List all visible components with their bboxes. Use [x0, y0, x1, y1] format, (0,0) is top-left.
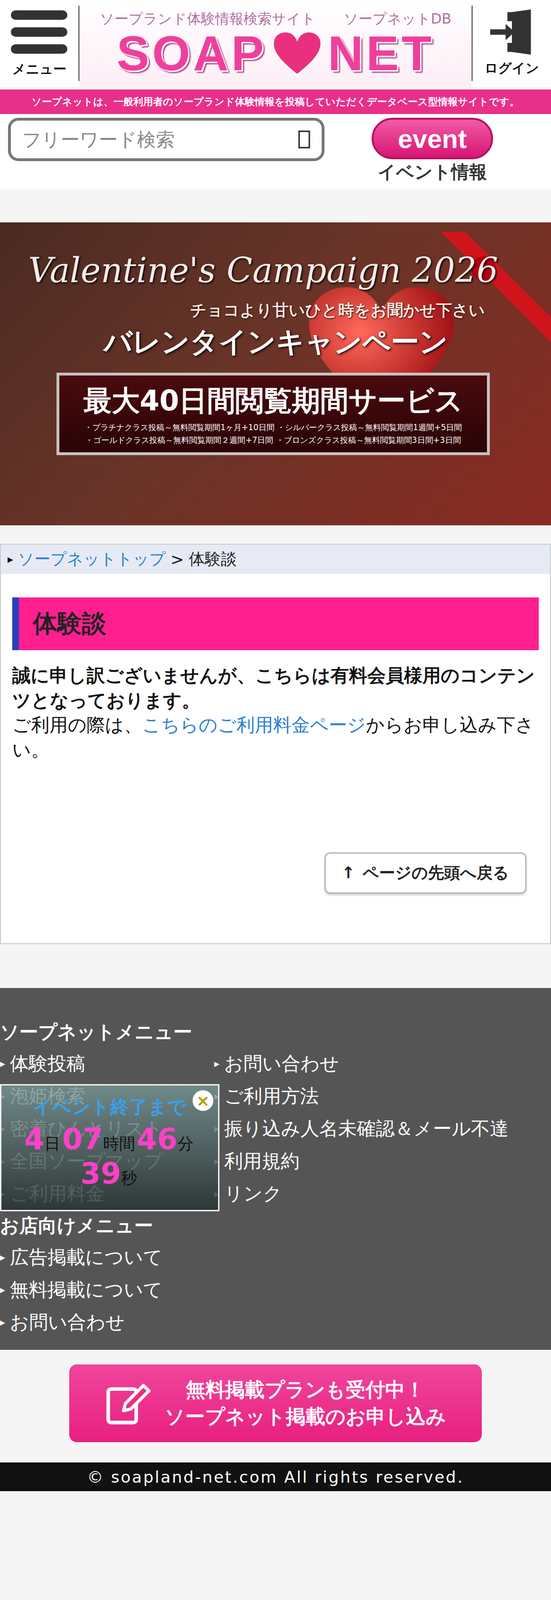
footer-menu: ソープネットメニュー ▸体験投稿▸泡姫検索▸密着ひんとリスト▸全国ソープマップ▸… — [0, 987, 551, 1350]
footer-link[interactable]: ▸お問い合わせ — [214, 1046, 551, 1080]
copyright: © soapland-net.com All rights reserved. — [0, 1461, 551, 1491]
logo-wordmark: SOAP NET — [116, 28, 435, 78]
offer-title: 最大40日間閲覧期間サービス — [83, 381, 464, 421]
event-label: イベント情報 — [377, 160, 487, 185]
menu-button[interactable]: メニュー — [0, 5, 80, 82]
logo-tagline: ソープランド体験情報検索サイト ソープネットDB — [99, 9, 452, 29]
search-row: フリーワード検索 event イベント情報 — [0, 113, 551, 190]
footer-title: ソープネットメニュー — [0, 1015, 551, 1047]
cta-line: 無料掲載プランも受付中！ — [164, 1376, 446, 1403]
event-badge: event — [371, 117, 494, 160]
login-button[interactable]: ログイン — [471, 5, 551, 82]
footer-link[interactable]: ▸利用規約 — [214, 1144, 551, 1177]
countdown-popup: × イベント終了まで 4日07時間46分39秒 — [0, 1083, 220, 1211]
pencil-icon — [105, 1380, 151, 1426]
footer-link[interactable]: ▸リンク — [214, 1176, 551, 1210]
offer-detail: ・プラチナクラス投稿～無料閲覧期間1ヶ月+10日間 ・シルバークラス投稿～無料閲… — [84, 421, 462, 433]
countdown-time: 4日07時間46分39秒 — [15, 1121, 204, 1191]
search-icon[interactable] — [298, 129, 311, 149]
logo[interactable]: ソープランド体験情報検索サイト ソープネットDB SOAP NET — [79, 0, 472, 87]
banner-script-title: Valentine's Campaign 2026 — [28, 250, 523, 291]
shop-link[interactable]: ▸広告掲載について — [0, 1240, 551, 1273]
shop-link[interactable]: ▸無料掲載について — [0, 1272, 551, 1306]
pricing-link[interactable]: こちらのご利用料金ページ — [142, 713, 366, 736]
offer-box: 最大40日間閲覧期間サービス ・プラチナクラス投稿～無料閲覧期間1ヶ月+10日間… — [56, 372, 490, 455]
footer-link[interactable]: ▸ご利用方法 — [214, 1079, 551, 1112]
campaign-banner[interactable]: Valentine's Campaign 2026 チョコより甘いひと時をお聞か… — [0, 222, 551, 526]
notice-strip: ソープネットは、一般利用者のソープランド体験情報を投稿していただくデータベース型… — [0, 89, 551, 114]
section-title: 体験談 — [12, 597, 539, 650]
offer-detail: ・ゴールドクラス投稿～無料閲覧期間２週間+7日間 ・ブロンズクラス投稿～無料閲覧… — [85, 434, 461, 446]
page: メニュー ソープランド体験情報検索サイト ソープネットDB SOAP NET ロ… — [0, 0, 551, 1600]
heart-icon — [271, 30, 324, 76]
header: メニュー ソープランド体験情報検索サイト ソープネットDB SOAP NET ロ… — [0, 0, 551, 87]
cta-line: ソープネット掲載のお申し込み — [164, 1402, 446, 1430]
login-label: ログイン — [484, 59, 540, 78]
shop-menu-title: お店向けメニュー — [0, 1209, 551, 1241]
content-box: ▸ ソープネットトップ> 体験談 体験談 誠に申し訳ございませんが、こちらは有料… — [0, 543, 551, 944]
paywall-message: 誠に申し訳ございませんが、こちらは有料会員様用のコンテンツとなっております。 — [12, 663, 539, 713]
close-button[interactable]: × — [192, 1089, 214, 1111]
back-to-top-button[interactable]: ↑ページの先頭へ戻る — [324, 851, 527, 894]
shop-link[interactable]: ▸お問い合わせ — [0, 1305, 551, 1338]
usage-text: ご利用の際は、こちらのご利用料金ページからお申し込み下さい。 — [12, 712, 539, 762]
breadcrumb-item: 体験談 — [188, 548, 237, 570]
search-field[interactable]: フリーワード検索 — [8, 117, 325, 162]
banner-title: バレンタインキャンペーン — [103, 323, 523, 362]
search-placeholder: フリーワード検索 — [22, 126, 175, 153]
footer-link[interactable]: ▸振り込み人名未確認＆メール不達 — [214, 1111, 551, 1145]
countdown-title: イベント終了まで — [32, 1093, 187, 1120]
login-door-icon — [489, 9, 535, 55]
breadcrumb: ▸ ソープネットトップ> 体験談 — [0, 544, 551, 574]
menu-label: メニュー — [12, 60, 67, 79]
event-button[interactable]: event イベント情報 — [371, 117, 494, 185]
listing-cta-button[interactable]: 無料掲載プランも受付中！ ソープネット掲載のお申し込み — [69, 1363, 482, 1442]
hamburger-icon — [9, 8, 69, 56]
footer-link[interactable]: ▸体験投稿 — [0, 1046, 215, 1080]
breadcrumb-item[interactable]: ソープネットトップ — [17, 548, 166, 570]
banner-subtitle: チョコより甘いひと時をお聞かせ下さい — [190, 299, 486, 322]
